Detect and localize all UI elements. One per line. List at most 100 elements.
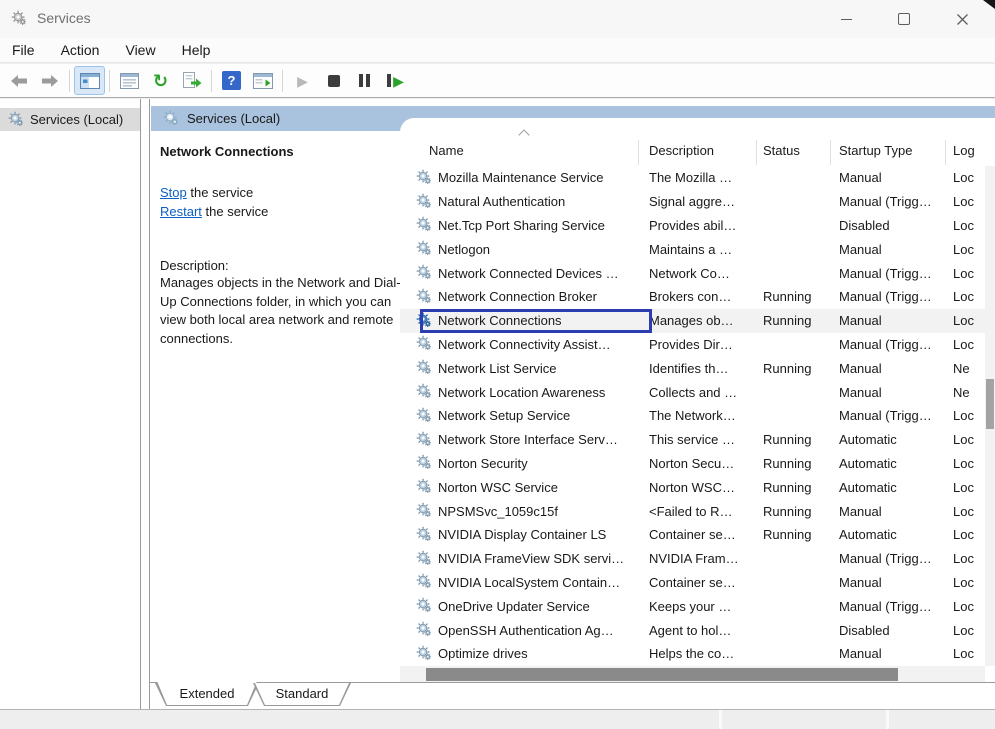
cell-name: Network Setup Service (400, 407, 638, 425)
cell-description: Collects and … (638, 385, 756, 400)
cell-description: Network Co… (638, 266, 756, 281)
cell-log-on-as: Loc (953, 527, 985, 542)
back-button[interactable] (3, 66, 34, 95)
tab-extended[interactable]: Extended (155, 683, 259, 706)
restart-service-line: Restart the service (160, 202, 399, 221)
view-tabs: Extended Standard (155, 683, 345, 706)
forward-button[interactable] (34, 66, 65, 95)
service-rows: Mozilla Maintenance Service The Mozilla … (400, 166, 985, 666)
start-service-button[interactable]: ▶ (287, 66, 318, 95)
table-row[interactable]: Mozilla Maintenance Service The Mozilla … (400, 166, 985, 190)
close-button[interactable] (933, 0, 991, 38)
table-row[interactable]: Norton WSC Service Norton WSC… Running A… (400, 475, 985, 499)
pause-service-icon (359, 74, 370, 87)
cell-name: OneDrive Updater Service (400, 597, 638, 615)
console-content: Services (Local) Services (Local) Networ… (0, 99, 995, 710)
table-row[interactable]: NVIDIA Display Container LS Container se… (400, 523, 985, 547)
column-divider[interactable] (756, 140, 757, 165)
table-row[interactable]: Network Connections Manages ob… Running … (400, 309, 985, 333)
gear-icon (8, 111, 23, 126)
service-icon (416, 288, 431, 306)
horizontal-scrollbar-thumb[interactable] (426, 668, 898, 681)
menu-view[interactable]: View (115, 40, 165, 60)
show-console-tree-button[interactable] (74, 66, 105, 95)
restart-service-link[interactable]: Restart (160, 204, 202, 219)
gear-icon (416, 478, 431, 493)
maximize-button[interactable] (875, 0, 933, 38)
gear-icon (416, 621, 431, 636)
menu-action[interactable]: Action (51, 40, 110, 60)
cell-status: Running (756, 456, 839, 471)
table-row[interactable]: NVIDIA FrameView SDK servi… NVIDIA Fram…… (400, 547, 985, 571)
gear-icon (416, 407, 431, 422)
tab-standard[interactable]: Standard (253, 683, 351, 706)
cell-description: Manages ob… (638, 313, 756, 328)
gear-icon (416, 359, 431, 374)
table-row[interactable]: NPSMSvc_1059c15f <Failed to R… Running M… (400, 499, 985, 523)
vertical-scrollbar[interactable] (985, 166, 995, 666)
table-row[interactable]: Norton Security Norton Secu… Running Aut… (400, 452, 985, 476)
table-row[interactable]: OpenSSH Authentication Ag… Agent to hol…… (400, 618, 985, 642)
table-row[interactable]: Network List Service Identifies th… Runn… (400, 356, 985, 380)
details-header-title: Services (Local) (187, 111, 280, 126)
show-action-pane-button[interactable] (247, 66, 278, 95)
column-divider[interactable] (830, 140, 831, 165)
table-row[interactable]: OneDrive Updater Service Keeps your … Ma… (400, 594, 985, 618)
properties-button[interactable] (114, 66, 145, 95)
service-icon (416, 335, 431, 353)
cell-status: Running (756, 432, 839, 447)
menu-help[interactable]: Help (172, 40, 221, 60)
table-row[interactable]: Netlogon Maintains a … Manual Loc (400, 237, 985, 261)
column-divider[interactable] (638, 140, 639, 165)
gear-icon (416, 216, 431, 231)
gear-icon (163, 110, 178, 125)
gear-icon (416, 597, 431, 612)
column-divider[interactable] (945, 140, 946, 165)
vertical-scrollbar-thumb[interactable] (986, 379, 994, 429)
forward-icon (41, 74, 59, 88)
column-header-description[interactable]: Description (649, 143, 714, 158)
export-list-button[interactable] (176, 66, 207, 95)
table-row[interactable]: Net.Tcp Port Sharing Service Provides ab… (400, 214, 985, 238)
extended-detail-pane: Network Connections Stop the service Res… (151, 131, 399, 683)
restart-service-button[interactable]: ▶ (380, 66, 411, 95)
strip-divider (886, 710, 889, 729)
column-header-status[interactable]: Status (763, 143, 800, 158)
table-row[interactable]: Optimize drives Helps the co… Manual Loc (400, 642, 985, 666)
pause-service-button[interactable] (349, 66, 380, 95)
minimize-button[interactable] (817, 0, 875, 38)
column-header-log-on-as[interactable]: Log (953, 143, 975, 158)
service-icon (416, 526, 431, 544)
table-row[interactable]: NVIDIA LocalSystem Contain… Container se… (400, 571, 985, 595)
gear-icon (416, 645, 431, 660)
cell-log-on-as: Ne (953, 385, 985, 400)
table-row[interactable]: Network Connection Broker Brokers con… R… (400, 285, 985, 309)
service-icon (416, 597, 431, 615)
help-button[interactable]: ? (216, 66, 247, 95)
stop-service-icon (328, 75, 340, 87)
cell-log-on-as: Loc (953, 266, 985, 281)
stop-service-button[interactable] (318, 66, 349, 95)
stop-service-line: Stop the service (160, 183, 399, 202)
cell-startup-type: Disabled (839, 218, 953, 233)
stop-service-link[interactable]: Stop (160, 185, 187, 200)
service-icon (416, 502, 431, 520)
column-header-name[interactable]: Name (429, 143, 464, 158)
tree-item-services-local[interactable]: Services (Local) (0, 108, 140, 131)
cell-startup-type: Manual (839, 504, 953, 519)
table-row[interactable]: Network Location Awareness Collects and … (400, 380, 985, 404)
cell-log-on-as: Loc (953, 551, 985, 566)
menu-file[interactable]: File (2, 40, 45, 60)
refresh-button[interactable]: ↻ (145, 66, 176, 95)
table-row[interactable]: Natural Authentication Signal aggre… Man… (400, 190, 985, 214)
toolbar-separator (211, 70, 212, 92)
table-row[interactable]: Network Store Interface Serv… This servi… (400, 428, 985, 452)
action-pane-icon (253, 73, 273, 89)
table-row[interactable]: Network Setup Service The Network… Manua… (400, 404, 985, 428)
column-header-startup-type[interactable]: Startup Type (839, 143, 912, 158)
table-row[interactable]: Network Connected Devices … Network Co… … (400, 261, 985, 285)
toolbar-separator (69, 70, 70, 92)
horizontal-scrollbar[interactable] (400, 666, 985, 683)
cell-log-on-as: Loc (953, 480, 985, 495)
table-row[interactable]: Network Connectivity Assist… Provides Di… (400, 333, 985, 357)
